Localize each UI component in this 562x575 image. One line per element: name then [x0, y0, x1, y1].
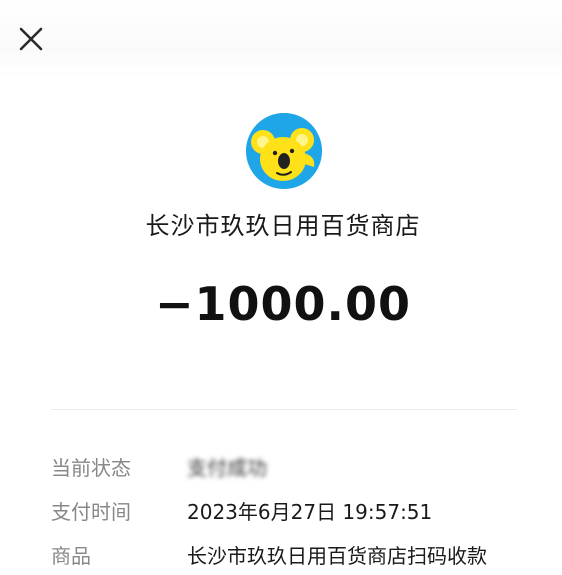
product-label: 商品 [51, 544, 91, 568]
detail-row-status: 当前状态 支付成功 [51, 452, 541, 482]
detail-row-time: 支付时间 2023年6月27日 19:57:51 [51, 496, 541, 526]
merchant-avatar [246, 113, 322, 189]
status-label: 当前状态 [51, 456, 131, 480]
payment-time-value: 2023年6月27日 19:57:51 [187, 500, 433, 524]
transaction-amount: −1000.00 [154, 277, 412, 331]
detail-row-product: 商品 长沙市玖玖日用百货商店扫码收款 [51, 540, 541, 570]
merchant-name: 长沙市玖玖日用百货商店 [145, 212, 421, 240]
close-icon [19, 27, 43, 51]
product-value: 长沙市玖玖日用百货商店扫码收款 [187, 544, 487, 568]
divider [51, 409, 517, 410]
payment-time-label: 支付时间 [51, 500, 131, 524]
status-value: 支付成功 [187, 456, 267, 480]
top-bar [0, 0, 562, 78]
koala-logo-icon [246, 113, 322, 189]
close-button[interactable] [14, 22, 48, 56]
